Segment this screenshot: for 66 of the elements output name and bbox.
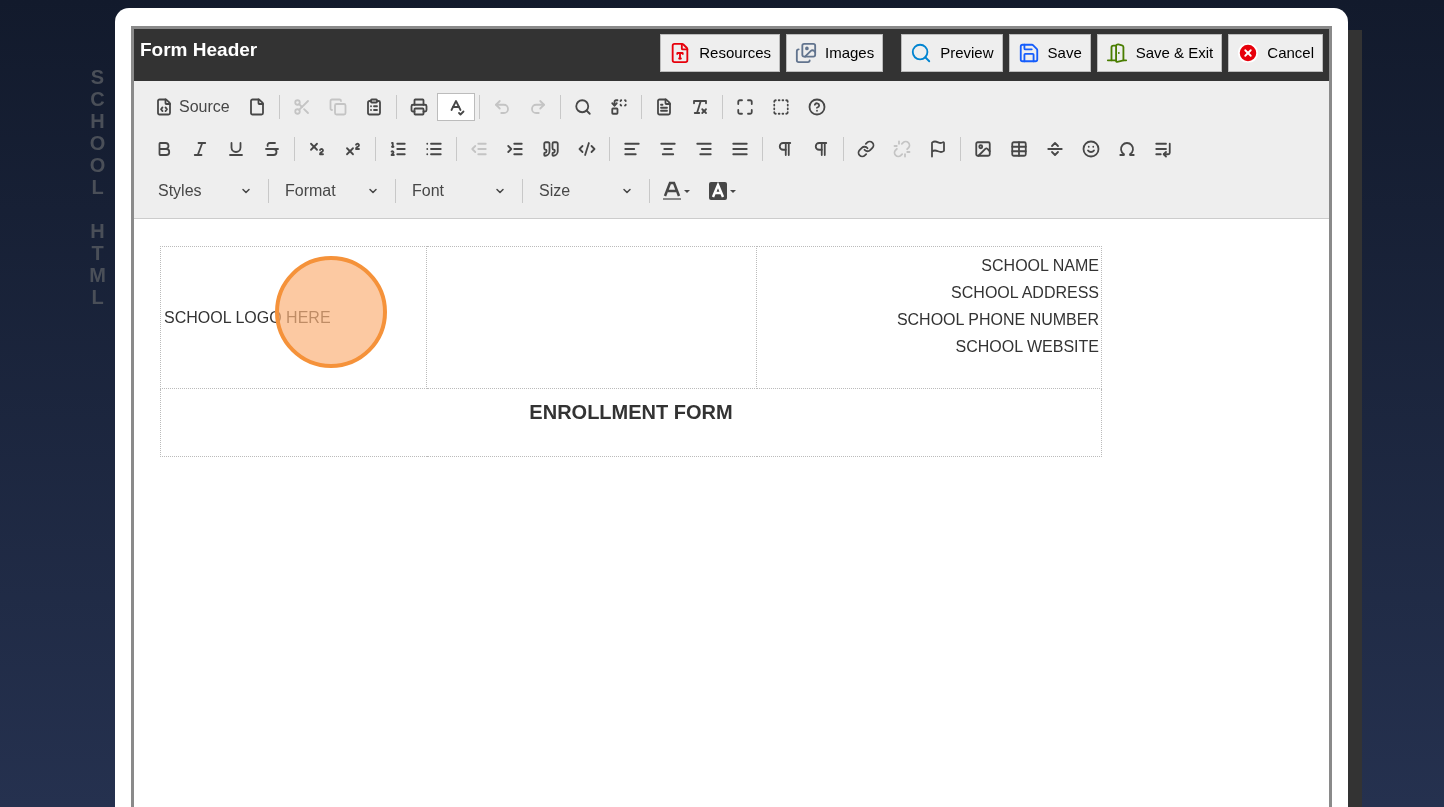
redo-icon (528, 98, 547, 116)
school-info-line: SCHOOL PHONE NUMBER (895, 310, 1099, 330)
form-title: ENROLLMENT FORM (529, 401, 733, 423)
code-icon (578, 140, 596, 158)
search-icon (910, 42, 933, 64)
copy-icon (328, 98, 347, 116)
school-info-line: SCHOOL ADDRESS (950, 283, 1099, 303)
school-info-line: SCHOOL NAME (980, 256, 1099, 276)
horizontal-rule-icon (1046, 140, 1064, 158)
header-button[interactable]: Resources (660, 34, 780, 72)
link-icon (857, 140, 875, 158)
bullet-list-icon (425, 140, 443, 158)
table-icon (1010, 140, 1028, 158)
toolbar-button[interactable] (436, 93, 475, 121)
superscript-icon (344, 140, 362, 158)
clear-format-icon (690, 98, 709, 116)
scissors-icon (292, 98, 311, 116)
align-right-icon (695, 140, 713, 158)
image-icon (974, 140, 992, 158)
pilcrow-icon (812, 140, 830, 158)
help-icon (807, 98, 826, 116)
clipboard-icon (364, 98, 383, 116)
maximize-icon (735, 98, 754, 116)
combo-dropdown[interactable]: Format (273, 177, 391, 205)
door-icon (1105, 42, 1128, 64)
list-end-icon (1154, 140, 1172, 158)
text-color-icon (662, 181, 692, 201)
pilcrow-icon (776, 140, 794, 158)
strikethrough-icon (263, 140, 281, 158)
printer-icon (409, 98, 428, 116)
subscript-icon (308, 140, 326, 158)
numbered-list-icon (389, 140, 407, 158)
school-info-line: SCHOOL WEBSITE (954, 337, 1099, 357)
page-icon (247, 98, 266, 116)
italic-icon (191, 140, 209, 158)
search-icon (573, 98, 592, 116)
combo-dropdown[interactable]: Font (400, 177, 518, 205)
background-color-icon (708, 181, 738, 201)
replace-icon (609, 98, 628, 116)
dashed-box-icon (771, 98, 790, 116)
justify-icon (731, 140, 749, 158)
document-icon (654, 98, 673, 116)
quote-icon (542, 140, 560, 158)
underline-icon (227, 140, 245, 158)
close-icon (1237, 42, 1260, 64)
floppy-icon (1017, 42, 1040, 64)
combo-dropdown[interactable]: Size (527, 177, 645, 205)
images-icon (795, 42, 817, 64)
smiley-icon (1082, 140, 1100, 158)
undo-icon (492, 98, 511, 116)
omega-icon (1118, 140, 1136, 158)
indent-icon (506, 140, 524, 158)
align-center-icon (659, 140, 677, 158)
header-button[interactable]: Save (1008, 34, 1091, 72)
window-title: Form Header (140, 38, 258, 62)
header-button[interactable]: Cancel (1228, 34, 1323, 72)
align-left-icon (623, 140, 641, 158)
source-button[interactable]: Source (146, 93, 239, 121)
header-button[interactable]: Save & Exit (1096, 34, 1223, 72)
unlink-icon (893, 140, 911, 158)
flag-icon (929, 140, 947, 158)
combo-dropdown[interactable]: Styles (146, 177, 264, 205)
header-button[interactable]: Preview (901, 34, 1003, 72)
source-icon (155, 98, 173, 116)
outdent-icon (470, 140, 488, 158)
header-button[interactable]: Images (786, 34, 884, 72)
